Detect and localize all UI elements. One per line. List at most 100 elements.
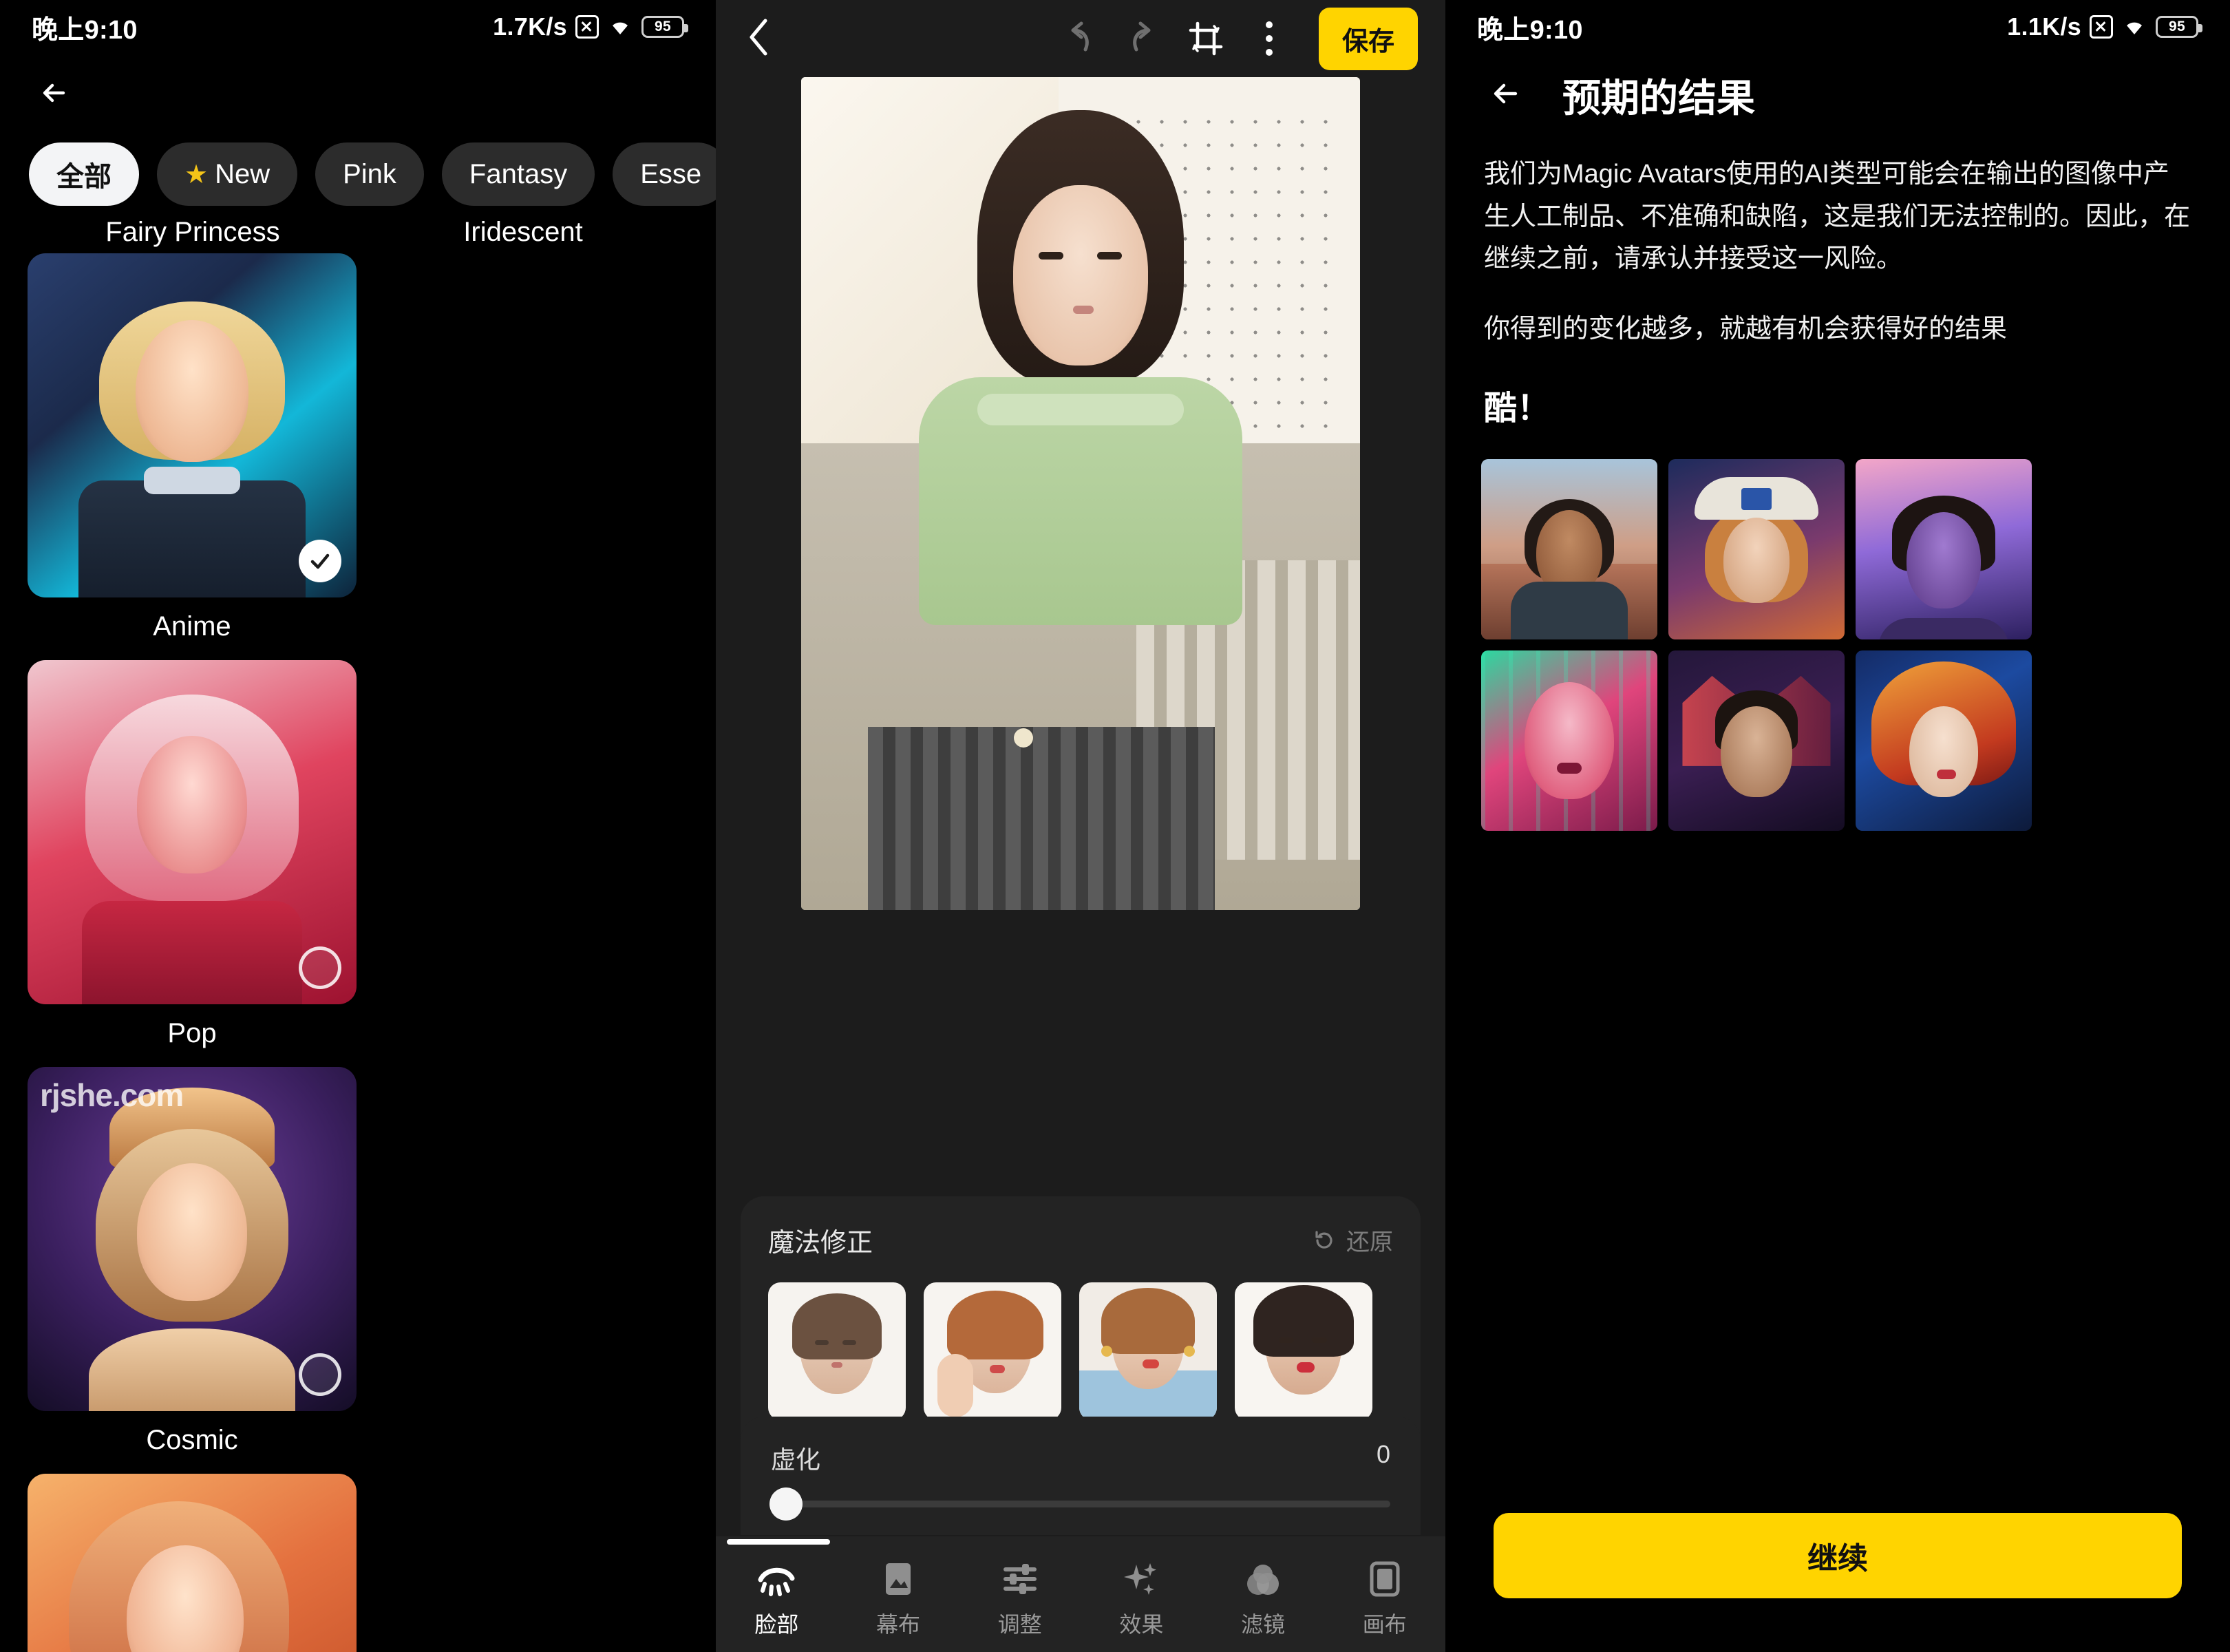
filters-circles-icon [1243, 1560, 1283, 1598]
blur-slider-track[interactable] [769, 1487, 1390, 1521]
row-section-titles: Fairy Princess Iridescent [0, 206, 716, 248]
star-icon: ★ [184, 160, 209, 189]
redo-icon [1133, 21, 1151, 52]
style-card-anime[interactable] [28, 253, 357, 597]
battery-level: 95 [2169, 19, 2185, 34]
restore-button[interactable]: 还原 [1312, 1223, 1393, 1257]
network-speed: 1.1K/s [2007, 12, 2081, 41]
select-ring-badge[interactable] [299, 1353, 341, 1396]
status-indicators: 1.1K/s 95 [2007, 12, 2202, 41]
chip-label: New [215, 158, 270, 189]
more-vertical-icon [1265, 21, 1273, 56]
network-speed: 1.7K/s [493, 12, 567, 41]
style-cell: rjshe.com Cosmic [28, 1067, 357, 1474]
preset-thumbnail [1079, 1282, 1217, 1420]
status-bar-right: 晚上9:10 1.1K/s 95 [1445, 0, 2230, 54]
photo-canvas[interactable] [716, 77, 1445, 910]
photo-editor-screen: 保存 魔法修正 还原 虚化 0 脸部 幕布 调整 效果 滤镜 画布 [716, 0, 1445, 1652]
avatar-tile[interactable] [1856, 650, 2032, 832]
style-card-cosmic[interactable]: rjshe.com [28, 1067, 357, 1411]
sheet-header: 魔法修正 还原 [741, 1221, 1421, 1259]
style-grid: Anime Pop rjshe.com Cosmic [0, 248, 716, 1652]
section-heading-cool: 酷！ [1484, 390, 1551, 427]
status-time: 晚上9:10 [1477, 15, 1583, 45]
avatar-tile[interactable] [1856, 459, 2032, 640]
arrow-left-icon [1494, 83, 1518, 104]
battery-icon: 95 [641, 16, 688, 38]
preset-thumbnail [924, 1282, 1061, 1420]
editor-toolbar: 保存 [716, 0, 1445, 77]
more-options-button[interactable] [1238, 7, 1301, 70]
avatar-tile[interactable] [1481, 650, 1657, 832]
back-button[interactable] [1487, 74, 1527, 117]
category-chip-row[interactable]: 全部 ★ New Pink Fantasy Esse [0, 116, 716, 206]
avatar-tile[interactable] [1668, 650, 1845, 832]
three-phone-screenshots: 晚上9:10 1.7K/s 95 全部 ★ New Pink Fantasy E… [0, 0, 2230, 1652]
style-cell: Anime [28, 253, 357, 660]
style-card-label: Cosmic [146, 1425, 238, 1455]
nav-label: 调整 [997, 1612, 1042, 1637]
status-time: 晚上9:10 [32, 15, 138, 45]
back-button[interactable] [743, 17, 775, 61]
expected-results-screen: 晚上9:10 1.1K/s 95 预期的结果 我们为Magic Avatars使… [1445, 0, 2230, 1652]
chip-new[interactable]: ★ New [157, 142, 298, 206]
preset-thumbnail [768, 1282, 906, 1420]
nav-item-effects[interactable]: 效果 [1081, 1560, 1202, 1639]
restore-label: 还原 [1346, 1229, 1393, 1256]
chip-pink[interactable]: Pink [315, 142, 424, 206]
avatar-tile[interactable] [1668, 459, 1845, 640]
disclaimer-body: 我们为Magic Avatars使用的AI类型可能会在输出的图像中产生人工制品、… [1445, 123, 2230, 429]
nav-item-canvas[interactable]: 画布 [1324, 1560, 1445, 1639]
wifi-icon [2121, 17, 2147, 37]
nav-item-backdrop[interactable]: 幕布 [838, 1560, 959, 1639]
nav-label: 脸部 [754, 1612, 799, 1637]
wifi-icon [607, 17, 633, 37]
section-title-iridescent: Iridescent [463, 217, 583, 247]
style-picker-screen: 晚上9:10 1.7K/s 95 全部 ★ New Pink Fantasy E… [0, 0, 716, 1652]
chip-label: Fantasy [469, 158, 568, 189]
sheet-title: 魔法修正 [768, 1229, 873, 1258]
select-ring-badge[interactable] [299, 946, 341, 989]
nav-item-face[interactable]: 脸部 [716, 1560, 838, 1639]
slider-header: 虚化 0 [771, 1440, 1390, 1476]
back-button[interactable] [0, 54, 716, 116]
nav-item-filters[interactable]: 滤镜 [1202, 1560, 1324, 1639]
save-button[interactable]: 保存 [1318, 7, 1418, 70]
continue-button[interactable]: 继续 [1494, 1513, 2182, 1598]
chip-essential[interactable]: Esse [613, 142, 716, 206]
style-card-label: Anime [153, 611, 231, 642]
preset-thumbnail [1235, 1282, 1372, 1420]
undo-icon [1071, 21, 1089, 52]
selected-check-badge [299, 540, 341, 582]
battery-icon: 95 [2156, 16, 2202, 38]
undo-button[interactable] [1048, 7, 1111, 70]
scroll-indicator [727, 1539, 830, 1545]
redo-button[interactable] [1111, 7, 1174, 70]
effects-sparkle-icon [1123, 1560, 1160, 1598]
disclaimer-paragraph-1: 我们为Magic Avatars使用的AI类型可能会在输出的图像中产生人工制品、… [1484, 160, 2191, 274]
nav-item-adjust[interactable]: 调整 [959, 1560, 1081, 1639]
style-cell: Pop [28, 660, 357, 1067]
page-title: 预期的结果 [1562, 76, 1755, 120]
canvas-frame-icon [1369, 1560, 1401, 1598]
style-card-pop[interactable] [28, 660, 357, 1004]
transform-button[interactable] [1174, 7, 1238, 70]
disclaimer-paragraph-2: 你得到的变化越多，就越有机会获得好的结果 [1484, 314, 2008, 343]
style-card-focus[interactable] [28, 1474, 357, 1652]
nav-label: 效果 [1119, 1612, 1164, 1637]
chevron-left-icon [750, 19, 767, 55]
slider-label: 虚化 [771, 1446, 821, 1474]
chip-fantasy[interactable]: Fantasy [441, 142, 595, 206]
page-header: 预期的结果 [1445, 54, 2230, 123]
status-indicators: 1.7K/s 95 [493, 12, 688, 41]
chip-label: 全部 [56, 162, 111, 192]
avatar-tile[interactable] [1481, 459, 1657, 640]
arrow-left-icon [43, 83, 65, 103]
sample-avatars-grid [1445, 429, 2230, 832]
battery-level: 95 [655, 19, 671, 34]
chip-all[interactable]: 全部 [29, 142, 139, 206]
section-title-fairy-princess: Fairy Princess [105, 217, 280, 247]
blur-slider-card: 虚化 0 [741, 1417, 1421, 1535]
blur-slider-thumb[interactable] [769, 1487, 803, 1521]
edited-photo[interactable] [801, 77, 1360, 910]
